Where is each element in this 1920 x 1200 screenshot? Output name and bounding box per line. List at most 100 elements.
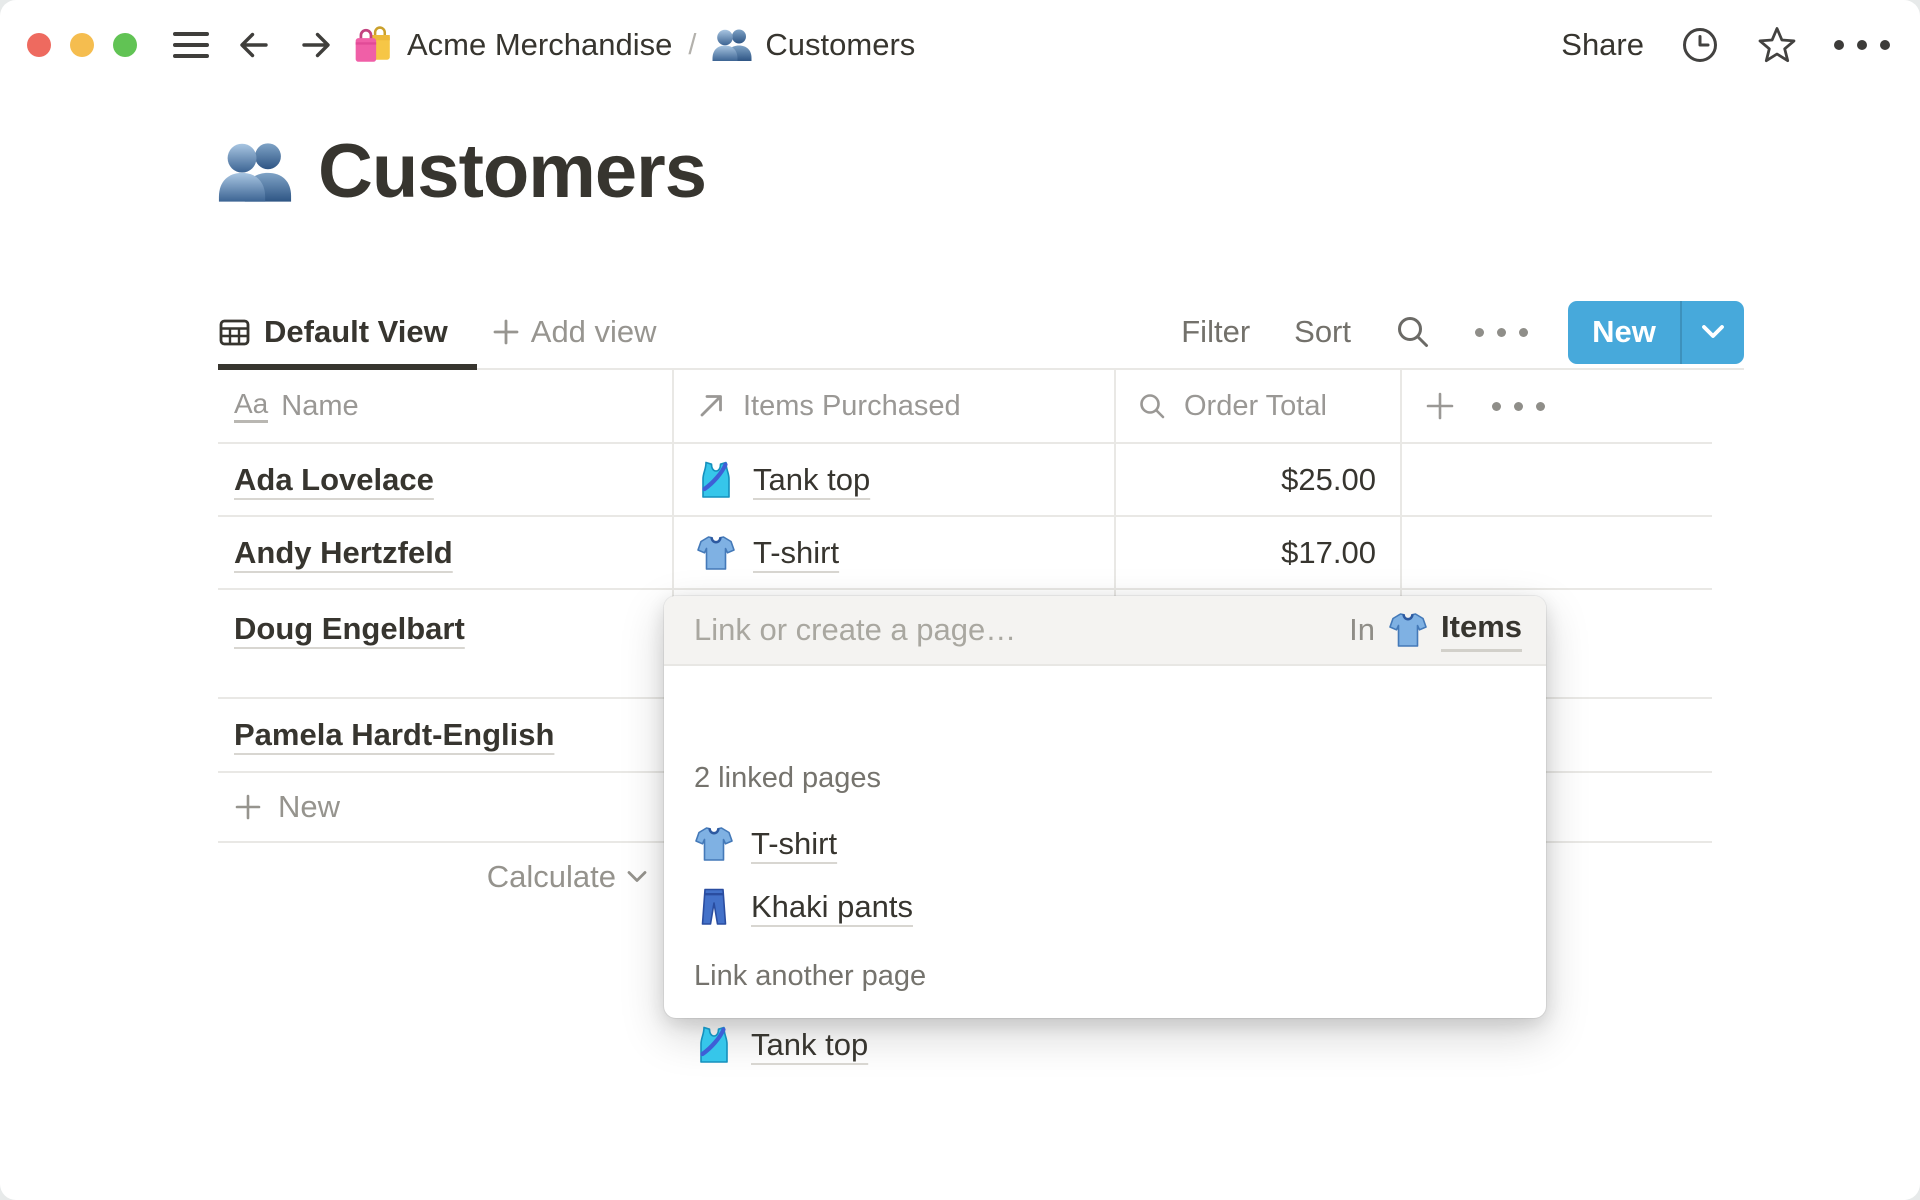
link-another-page-label: Link another page xyxy=(694,960,927,992)
page-title: Customers xyxy=(318,129,707,214)
search-button[interactable] xyxy=(1395,314,1431,350)
cell-name[interactable]: Pamela Hardt-English xyxy=(234,717,554,753)
title-property-icon: Aa xyxy=(234,389,269,423)
relation-property-icon xyxy=(700,395,722,417)
new-record-label: New xyxy=(1592,314,1656,349)
window-controls xyxy=(27,33,137,57)
t-shirt-icon xyxy=(695,827,733,861)
search-scope: In Items xyxy=(1349,609,1522,652)
plus-icon xyxy=(235,794,261,820)
link-page-input[interactable] xyxy=(694,612,1350,648)
t-shirt-icon xyxy=(697,535,735,570)
plus-icon xyxy=(493,319,519,345)
scope-prefix: In xyxy=(1349,612,1376,647)
linked-page-label: T-shirt xyxy=(751,826,838,861)
breadcrumb-workspace-label: Acme Merchandise xyxy=(407,27,673,62)
suggested-page-label: Tank top xyxy=(751,1027,869,1062)
breadcrumb-separator: / xyxy=(688,28,697,61)
cell-order-total: $17.00 xyxy=(1281,534,1376,570)
page-header: Customers xyxy=(218,128,707,215)
breadcrumb-workspace[interactable]: Acme Merchandise xyxy=(352,24,672,66)
breadcrumb-page[interactable]: Customers xyxy=(712,25,915,65)
more-icon xyxy=(1475,327,1528,337)
column-header-items-label: Items Purchased xyxy=(743,389,961,422)
linked-pages-count: 2 linked pages xyxy=(694,762,882,794)
app-window: Acme Merchandise / Customers Share Custo… xyxy=(0,0,1920,1200)
linked-page-item[interactable]: T-shirt xyxy=(694,821,837,867)
view-options-button[interactable] xyxy=(1475,327,1528,337)
cell-order-total: $25.00 xyxy=(1281,461,1376,497)
scope-database-link[interactable]: Items xyxy=(1441,609,1522,652)
close-window-button[interactable] xyxy=(27,33,51,57)
add-column-button[interactable] xyxy=(1424,390,1456,422)
cell-name[interactable]: Andy Hertzfeld xyxy=(234,535,453,571)
rollup-property-icon xyxy=(1140,393,1165,418)
history-icon xyxy=(1683,28,1717,62)
linked-page-label: Khaki pants xyxy=(751,889,913,924)
breadcrumb: Acme Merchandise / Customers xyxy=(352,0,915,90)
back-button[interactable] xyxy=(236,27,272,63)
calculate-button[interactable]: Calculate xyxy=(218,843,672,911)
hamburger-icon xyxy=(173,32,209,58)
tab-default-view[interactable]: Default View xyxy=(218,314,448,350)
forward-button[interactable] xyxy=(298,27,334,63)
chevron-down-icon xyxy=(627,871,647,882)
cell-items-purchased[interactable]: T-shirt xyxy=(672,533,1114,573)
column-header-order-total[interactable]: Order Total xyxy=(1114,390,1400,423)
column-header-items-purchased[interactable]: Items Purchased xyxy=(672,390,1114,423)
column-header-total-label: Order Total xyxy=(1184,389,1327,422)
people-icon xyxy=(218,142,292,202)
table-view-icon xyxy=(219,319,250,345)
table-header-row: Aa Name Items Purchased Order Total xyxy=(218,370,1712,444)
add-row-label: New xyxy=(278,789,341,824)
history-button[interactable] xyxy=(1680,25,1720,65)
people-icon xyxy=(712,29,752,61)
forward-icon xyxy=(302,32,330,58)
calculate-label: Calculate xyxy=(486,859,616,894)
window-titlebar: Acme Merchandise / Customers Share xyxy=(0,0,1920,90)
new-record-dropdown[interactable] xyxy=(1682,323,1744,341)
favorite-icon xyxy=(1758,27,1796,63)
breadcrumb-page-label: Customers xyxy=(765,27,916,62)
suggested-page-item[interactable]: Tank top xyxy=(694,1022,868,1068)
jeans-icon xyxy=(701,888,727,925)
linked-pages-options-button[interactable] xyxy=(1488,766,1512,790)
t-shirt-icon xyxy=(1389,613,1427,647)
chevron-down-icon xyxy=(1702,325,1724,338)
column-header-name[interactable]: Aa Name xyxy=(218,389,672,423)
more-options-button[interactable] xyxy=(1834,40,1890,50)
new-record-button[interactable]: New xyxy=(1568,300,1744,364)
column-header-name-label: Name xyxy=(281,389,359,422)
add-view-label: Add view xyxy=(530,314,657,349)
linked-page-item[interactable]: Khaki pants xyxy=(694,884,913,930)
back-icon xyxy=(240,32,268,58)
minimize-window-button[interactable] xyxy=(70,33,94,57)
tank-top-icon xyxy=(702,461,730,498)
active-tab-underline xyxy=(218,364,477,370)
shopping-bags-icon xyxy=(355,26,390,62)
plus-icon xyxy=(1426,392,1454,420)
more-icon xyxy=(1492,401,1545,411)
filter-button[interactable]: Filter xyxy=(1181,314,1250,350)
cell-items-purchased[interactable]: Tank top xyxy=(672,460,1114,500)
table-row: Ada Lovelace Tank top $25.00 xyxy=(218,444,1712,517)
table-row: Andy Hertzfeld T-shirt $17.00 xyxy=(218,517,1712,590)
table-options-button[interactable] xyxy=(1492,401,1545,411)
more-icon xyxy=(1834,40,1890,50)
tab-default-view-label: Default View xyxy=(264,314,448,349)
view-toolbar: Default View Add view Filter Sort New xyxy=(218,299,1744,365)
tank-top-icon xyxy=(700,1026,728,1063)
link-page-popup: In Items 2 linked pages T-shirt xyxy=(664,596,1546,1063)
search-icon xyxy=(1398,317,1428,347)
sort-button[interactable]: Sort xyxy=(1294,314,1351,350)
cell-name[interactable]: Ada Lovelace xyxy=(234,462,434,498)
zoom-window-button[interactable] xyxy=(113,33,137,57)
cell-name[interactable]: Doug Engelbart xyxy=(234,611,465,647)
sidebar-menu-button[interactable] xyxy=(172,29,210,61)
cell-item-link[interactable]: Tank top xyxy=(753,462,870,498)
add-view-button[interactable]: Add view xyxy=(492,314,657,350)
link-page-search-bar: In Items xyxy=(664,596,1546,666)
share-button[interactable]: Share xyxy=(1561,27,1644,63)
cell-item-link[interactable]: T-shirt xyxy=(753,535,839,571)
favorite-button[interactable] xyxy=(1756,24,1798,66)
